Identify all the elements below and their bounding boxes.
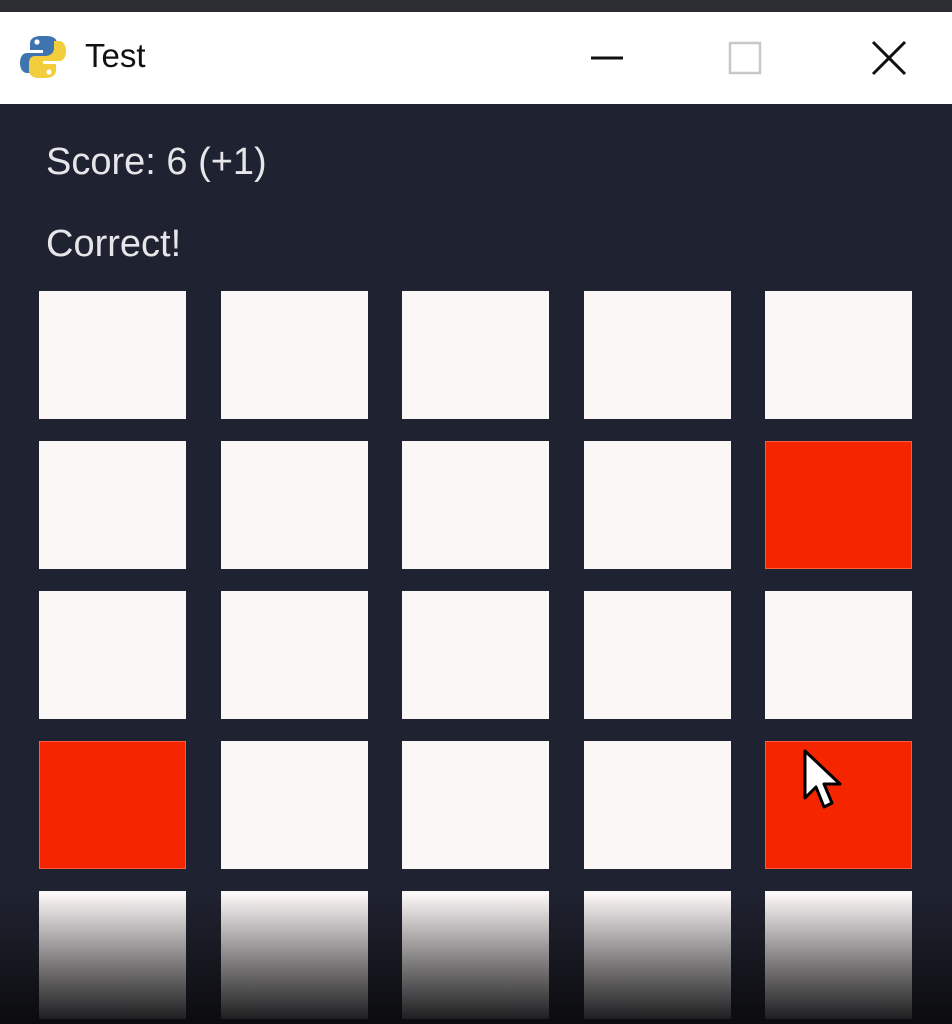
- tile-r2-c2[interactable]: [221, 441, 368, 569]
- tile-r2-c5[interactable]: [765, 441, 912, 569]
- tile-r4-c1[interactable]: [39, 741, 186, 869]
- window-titlebar[interactable]: Test: [0, 12, 952, 104]
- tile-r5-c2[interactable]: [221, 891, 368, 1019]
- tile-r1-c2[interactable]: [221, 291, 368, 419]
- tile-r2-c3[interactable]: [402, 441, 549, 569]
- tile-r4-c2[interactable]: [221, 741, 368, 869]
- tile-r2-c1[interactable]: [39, 441, 186, 569]
- minimize-icon: [591, 56, 623, 60]
- tile-r4-c5[interactable]: [765, 741, 912, 869]
- tile-r1-c5[interactable]: [765, 291, 912, 419]
- status-label: Correct!: [46, 223, 182, 265]
- tile-r4-c4[interactable]: [584, 741, 731, 869]
- score-label: Score: 6 (+1): [46, 141, 267, 183]
- python-icon: [18, 32, 68, 82]
- tile-r5-c1[interactable]: [39, 891, 186, 1019]
- maximize-icon: [728, 41, 762, 75]
- close-button[interactable]: [844, 12, 934, 104]
- tile-r4-c3[interactable]: [402, 741, 549, 869]
- window-title: Test: [85, 37, 146, 74]
- maximize-button[interactable]: [700, 12, 790, 104]
- game-area: Score: 6 (+1) Correct!: [0, 104, 952, 1024]
- tile-r5-c3[interactable]: [402, 891, 549, 1019]
- tile-r3-c2[interactable]: [221, 591, 368, 719]
- tile-r3-c4[interactable]: [584, 591, 731, 719]
- tile-r3-c5[interactable]: [765, 591, 912, 719]
- tile-grid: [39, 291, 913, 1024]
- tile-r5-c5[interactable]: [765, 891, 912, 1019]
- tile-r1-c1[interactable]: [39, 291, 186, 419]
- tile-r1-c4[interactable]: [584, 291, 731, 419]
- screen-top-edge: [0, 0, 952, 12]
- minimize-button[interactable]: [562, 12, 652, 104]
- tile-r3-c1[interactable]: [39, 591, 186, 719]
- tile-r5-c4[interactable]: [584, 891, 731, 1019]
- tile-r3-c3[interactable]: [402, 591, 549, 719]
- tile-r2-c4[interactable]: [584, 441, 731, 569]
- tile-r1-c3[interactable]: [402, 291, 549, 419]
- close-icon: [871, 40, 907, 76]
